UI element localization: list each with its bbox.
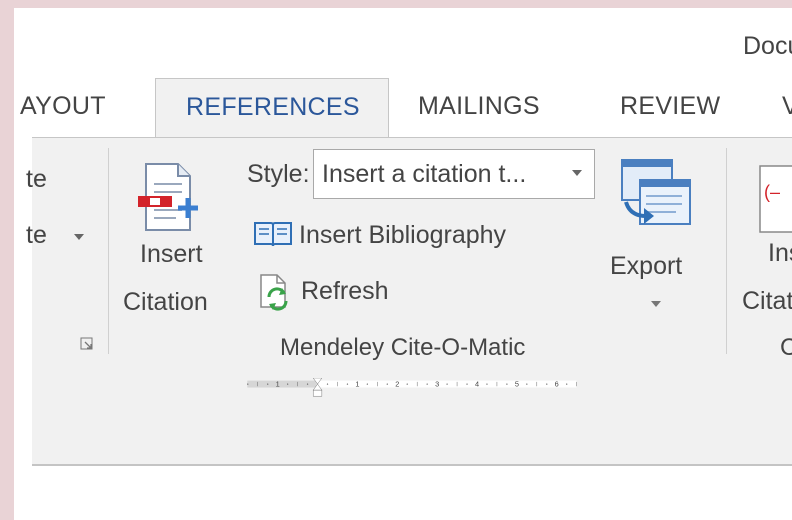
ruler-area: 1 1 2 3 4 5 6: [32, 364, 792, 468]
tab-view[interactable]: V: [782, 92, 792, 121]
word-window: Docu AYOUT REFERENCES MAILINGS REVIEW V …: [14, 8, 792, 520]
ruler-quarter-tick: [386, 383, 388, 385]
ribbon-tabs: AYOUT REFERENCES MAILINGS REVIEW V: [20, 78, 792, 138]
ruler-quarter-tick: [326, 383, 329, 385]
ruler-quarter-tick: [267, 383, 269, 385]
export-icon: [621, 159, 691, 225]
ruler-number: 1: [355, 380, 359, 389]
ruler-quarter-tick: [486, 383, 488, 385]
partial-citation-label[interactable]: Citati: [742, 287, 792, 316]
chevron-down-icon: [572, 170, 582, 176]
ruler-number: 4: [475, 380, 479, 389]
group-separator: [108, 148, 109, 354]
refresh-icon: [260, 274, 288, 311]
title-bar: Docu: [32, 8, 792, 84]
tab-mailings[interactable]: MAILINGS: [418, 92, 540, 121]
ruler-quarter-tick: [506, 383, 508, 385]
ruler-quarter-tick: [306, 383, 309, 385]
ruler-number: 2: [395, 380, 399, 389]
document-title: Docu: [743, 32, 792, 60]
insert-citation-label-line2: Citation: [123, 288, 208, 316]
insert-bibliography-button[interactable]: Insert Bibliography: [253, 213, 553, 255]
partial-insert-label[interactable]: Ins: [768, 239, 792, 268]
partial-command-label[interactable]: te: [26, 165, 47, 194]
ruler-quarter-tick: [446, 383, 448, 385]
partial-group-label: C: [780, 334, 792, 361]
tab-review[interactable]: REVIEW: [620, 92, 720, 121]
insert-citation-label-line1: Insert: [140, 240, 203, 268]
group-separator: [726, 148, 727, 354]
ruler-quarter-tick: [366, 383, 368, 385]
ruler-quarter-tick: [406, 383, 408, 385]
ruler-quarter-tick: [566, 383, 568, 385]
tab-references[interactable]: REFERENCES: [155, 78, 389, 138]
ruler-number: 5: [515, 380, 519, 389]
citation-style-value: Insert a citation t...: [322, 160, 527, 188]
ruler-number: 6: [555, 380, 559, 389]
tab-page-layout[interactable]: AYOUT: [20, 92, 106, 121]
style-label: Style:: [247, 160, 310, 188]
book-icon: [254, 222, 292, 247]
svg-text:(–: (–: [764, 182, 780, 202]
ruler-quarter-tick: [526, 383, 528, 385]
document-page-area[interactable]: [32, 464, 792, 520]
export-button[interactable]: Export: [604, 150, 708, 320]
ruler-quarter-tick: [426, 383, 428, 385]
insert-citation-button[interactable]: Insert Citation: [120, 150, 238, 328]
insert-citation-icon[interactable]: (–: [758, 164, 792, 234]
group-label-mendeley: Mendeley Cite-O-Matic: [280, 334, 526, 361]
citation-style-select[interactable]: Insert a citation t...: [313, 149, 595, 199]
chevron-down-icon: [651, 301, 661, 307]
export-label: Export: [610, 252, 683, 280]
ruler-quarter-tick: [287, 383, 289, 385]
ruler-number: 1: [276, 380, 280, 389]
refresh-label: Refresh: [301, 277, 389, 305]
chevron-down-icon[interactable]: [74, 234, 84, 240]
ruler-quarter-tick: [546, 383, 548, 385]
refresh-button[interactable]: Refresh: [253, 269, 403, 311]
ruler-number: 3: [435, 380, 439, 389]
partial-dropdown-label[interactable]: te: [26, 221, 47, 250]
ribbon-references: te te Insert Citation Style: Insert a ci…: [26, 137, 792, 365]
ruler-quarter-tick: [466, 383, 468, 385]
horizontal-ruler[interactable]: 1 1 2 3 4 5 6: [32, 378, 792, 404]
ruler-quarter-tick: [346, 383, 349, 385]
insert-citation-icon: [138, 163, 198, 231]
ruler-quarter-tick: [247, 383, 249, 385]
insert-bibliography-label: Insert Bibliography: [299, 221, 507, 249]
dialog-launcher-icon[interactable]: [80, 337, 94, 351]
